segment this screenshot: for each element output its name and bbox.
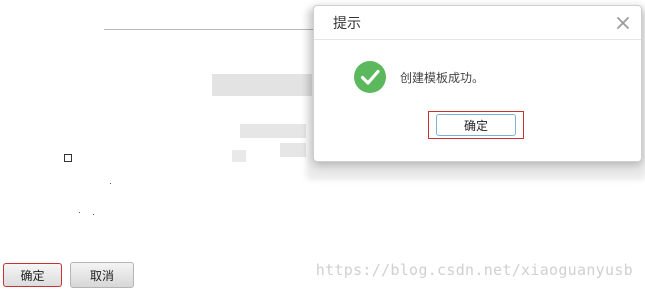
check-circle-icon bbox=[354, 61, 386, 93]
background-obscured-area bbox=[280, 143, 306, 157]
cancel-button[interactable]: 取消 bbox=[70, 262, 134, 288]
background-divider bbox=[104, 29, 318, 30]
dialog-message: 创建模板成功。 bbox=[400, 70, 485, 85]
dialog-body: 创建模板成功。 bbox=[314, 61, 641, 93]
ok-button[interactable]: 确定 bbox=[436, 114, 516, 136]
background-dot bbox=[110, 183, 111, 184]
background-obscured-area bbox=[212, 74, 312, 96]
close-icon[interactable] bbox=[615, 15, 631, 31]
background-obscured-area bbox=[240, 124, 306, 138]
dialog-header: 提示 bbox=[314, 6, 641, 40]
background-dot bbox=[79, 212, 80, 213]
alert-dialog: 提示 创建模板成功。 确定 bbox=[313, 5, 642, 162]
dialog-title: 提示 bbox=[333, 15, 361, 32]
background-dot bbox=[93, 214, 94, 215]
background-obscured-area bbox=[232, 150, 246, 162]
ok-button-highlight: 确定 bbox=[428, 111, 524, 139]
confirm-button[interactable]: 确定 bbox=[3, 263, 62, 287]
background-checkbox[interactable] bbox=[64, 154, 72, 162]
watermark: https://blog.csdn.net/xiaoguanyusb bbox=[315, 261, 633, 279]
